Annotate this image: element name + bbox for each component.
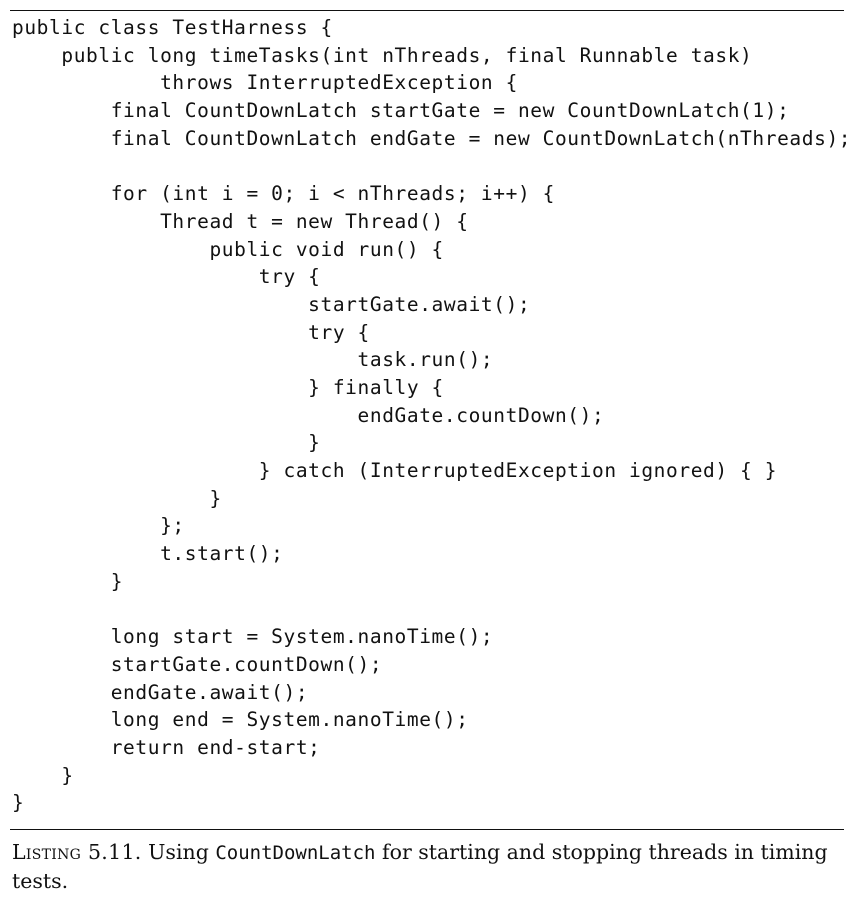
code-line: task.run(); [12, 348, 494, 372]
code-line: try { [12, 320, 370, 344]
code-line: try { [12, 265, 321, 289]
code-line: startGate.await(); [12, 292, 531, 316]
listing-label: Listing 5.11. [12, 840, 142, 864]
code-line: long start = System.nanoTime(); [12, 625, 494, 649]
code-line: } [12, 569, 124, 593]
code-line: } [12, 791, 25, 815]
code-line: startGate.countDown(); [12, 652, 383, 676]
code-line: public void run() { [12, 237, 444, 261]
code-line: } catch (InterruptedException ignored) {… [12, 459, 778, 482]
code-listing: public class TestHarness { public long t… [12, 14, 851, 817]
caption-text-before: Using [141, 840, 216, 864]
code-line: for (int i = 0; i < nThreads; i++) { [12, 182, 555, 206]
code-line: } finally { [12, 375, 444, 399]
caption-code-term: CountDownLatch [215, 842, 376, 864]
code-line: } [12, 431, 321, 455]
code-line: public class TestHarness { [12, 16, 333, 39]
code-line: } [12, 763, 74, 787]
code-line: throws InterruptedException { [12, 71, 518, 95]
code-line: Thread t = new Thread() { [12, 209, 469, 233]
code-line: endGate.countDown(); [12, 403, 605, 427]
bottom-rule [10, 829, 844, 830]
code-line: long end = System.nanoTime(); [12, 708, 469, 732]
code-line: public long timeTasks(int nThreads, fina… [12, 43, 753, 67]
code-line: } [12, 486, 222, 510]
code-line: return end-start; [12, 735, 321, 759]
code-line: endGate.await(); [12, 680, 309, 704]
code-line: }; [12, 514, 185, 538]
top-rule [10, 10, 844, 11]
code-line: final CountDownLatch startGate = new Cou… [12, 99, 790, 123]
listing-caption: Listing 5.11. Using CountDownLatch for s… [12, 838, 848, 895]
code-line: final CountDownLatch endGate = new Count… [12, 126, 852, 150]
code-line: t.start(); [12, 542, 284, 566]
